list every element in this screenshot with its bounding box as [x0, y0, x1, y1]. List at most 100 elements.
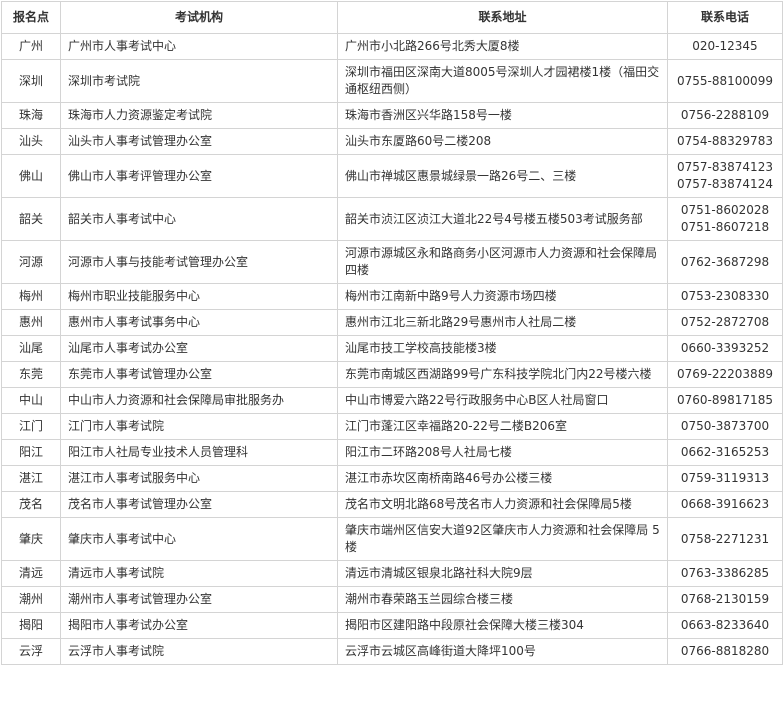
org-cell: 茂名市人事考试管理办公室 [60, 491, 338, 518]
phone-cell: 0752-2872708 [667, 309, 783, 336]
table-row: 佛山 佛山市人事考评管理办公室 佛山市禅城区惠景城绿景一路26号二、三楼 0757-8… [1, 154, 783, 198]
phone-cell: 0754-88329783 [667, 128, 783, 155]
phone-cell: 0756-2288109 [667, 102, 783, 129]
header-site: 报名点 [1, 1, 61, 34]
org-cell: 阳江市人社局专业技术人员管理科 [60, 439, 338, 466]
header-org: 考试机构 [60, 1, 338, 34]
table-row: 中山 中山市人力资源和社会保障局审批服务办 中山市博爱六路22号行政服务中心B区人社… [1, 387, 783, 414]
phone-number: 0762-3687298 [680, 254, 770, 269]
table-row: 珠海 珠海市人力资源鉴定考试院 珠海市香洲区兴华路158号一楼 0756-228810… [1, 102, 783, 129]
org-cell: 河源市人事与技能考试管理办公室 [60, 240, 338, 284]
address-cell: 广州市小北路266号北秀大厦8楼 [337, 33, 668, 60]
phone-number: 0751-8607218 [680, 220, 770, 234]
phone-number: 0768-2130159 [680, 592, 770, 606]
phone-cell: 0763-3386285 [667, 560, 783, 587]
address-cell: 佛山市禅城区惠景城绿景一路26号二、三楼 [337, 154, 668, 198]
table-row: 韶关 韶关市人事考试中心 韶关市浈江区浈江大道北22号4号楼五楼503考试服务部 07… [1, 197, 783, 241]
header-address: 联系地址 [337, 1, 668, 34]
table-body: 广州 广州市人事考试中心 广州市小北路266号北秀大厦8楼 020-12345 深圳 深圳… [1, 33, 783, 665]
phone-cell: 0759-3119313 [667, 465, 783, 492]
phone-number: 0766-8818280 [680, 644, 770, 658]
site-cell: 梅州 [1, 283, 61, 310]
site-cell: 韶关 [1, 197, 61, 241]
address-cell: 深圳市福田区深南大道8005号深圳人才园裙楼1楼（福田交通枢纽西侧） [337, 59, 668, 103]
table-row: 深圳 深圳市考试院 深圳市福田区深南大道8005号深圳人才园裙楼1楼（福田交通枢纽西… [1, 59, 783, 103]
table-row: 江门 江门市人事考试院 江门市蓬江区幸福路20-22号二楼B206室 0750-387… [1, 413, 783, 440]
org-cell: 中山市人力资源和社会保障局审批服务办 [60, 387, 338, 414]
table-row: 阳江 阳江市人社局专业技术人员管理科 阳江市二环路208号人社局七楼 0662-316… [1, 439, 783, 466]
address-cell: 揭阳市区建阳路中段原社会保障大楼三楼304 [337, 612, 668, 639]
org-cell: 江门市人事考试院 [60, 413, 338, 440]
address-cell: 惠州市江北三新北路29号惠州市人社局二楼 [337, 309, 668, 336]
phone-number: 020-12345 [692, 39, 758, 53]
site-cell: 茂名 [1, 491, 61, 518]
site-cell: 肇庆 [1, 517, 61, 561]
org-cell: 汕尾市人事考试办公室 [60, 335, 338, 362]
org-cell: 湛江市人事考试服务中心 [60, 465, 338, 492]
table-row: 汕尾 汕尾市人事考试办公室 汕尾市技工学校高技能楼3楼 0660-3393252 [1, 335, 783, 362]
site-cell: 阳江 [1, 439, 61, 466]
phone-number: 0750-3873700 [680, 419, 770, 433]
phone-cell: 0662-3165253 [667, 439, 783, 466]
table-row: 清远 清远市人事考试院 清远市清城区银泉北路社科大院9层 0763-3386285 [1, 560, 783, 587]
site-cell: 河源 [1, 240, 61, 284]
address-cell: 阳江市二环路208号人社局七楼 [337, 439, 668, 466]
address-cell: 清远市清城区银泉北路社科大院9层 [337, 560, 668, 587]
site-cell: 惠州 [1, 309, 61, 336]
phone-number: 0759-3119313 [680, 471, 770, 485]
phone-cell: 0663-8233640 [667, 612, 783, 639]
site-cell: 汕头 [1, 128, 61, 155]
phone-cell: 0755-88100099 [667, 59, 783, 103]
table-row: 揭阳 揭阳市人事考试办公室 揭阳市区建阳路中段原社会保障大楼三楼304 0663-82… [1, 612, 783, 639]
address-cell: 珠海市香洲区兴华路158号一楼 [337, 102, 668, 129]
phone-number: 0755-88100099 [677, 73, 773, 88]
phone-cell: 020-12345 [667, 33, 783, 60]
phone-number: 0757-83874123 [677, 160, 773, 174]
address-cell: 茂名市文明北路68号茂名市人力资源和社会保障局5楼 [337, 491, 668, 518]
address-cell: 梅州市江南新中路9号人力资源市场四楼 [337, 283, 668, 310]
org-cell: 韶关市人事考试中心 [60, 197, 338, 241]
table-row: 肇庆 肇庆市人事考试中心 肇庆市端州区信安大道92区肇庆市人力资源和社会保障局 5楼… [1, 517, 783, 561]
org-cell: 揭阳市人事考试办公室 [60, 612, 338, 639]
site-cell: 江门 [1, 413, 61, 440]
phone-cell: 0760-89817185 [667, 387, 783, 414]
phone-number: 0756-2288109 [680, 108, 770, 122]
address-cell: 河源市源城区永和路商务小区河源市人力资源和社会保障局四楼 [337, 240, 668, 284]
table-row: 河源 河源市人事与技能考试管理办公室 河源市源城区永和路商务小区河源市人力资源和社会… [1, 240, 783, 284]
org-cell: 梅州市职业技能服务中心 [60, 283, 338, 310]
phone-cell: 0660-3393252 [667, 335, 783, 362]
address-cell: 云浮市云城区高峰街道大降坪100号 [337, 638, 668, 665]
phone-number: 0752-2872708 [680, 315, 770, 329]
site-cell: 东莞 [1, 361, 61, 388]
site-cell: 湛江 [1, 465, 61, 492]
phone-number: 0758-2271231 [680, 531, 770, 546]
phone-cell: 0751-8602028 0751-8607218 [667, 197, 783, 241]
site-cell: 佛山 [1, 154, 61, 198]
site-cell: 中山 [1, 387, 61, 414]
phone-cell: 0769-22203889 [667, 361, 783, 388]
org-cell: 深圳市考试院 [60, 59, 338, 103]
site-cell: 珠海 [1, 102, 61, 129]
phone-cell: 0668-3916623 [667, 491, 783, 518]
phone-number: 0757-83874124 [677, 177, 773, 191]
org-cell: 惠州市人事考试事务中心 [60, 309, 338, 336]
address-cell: 汕尾市技工学校高技能楼3楼 [337, 335, 668, 362]
phone-number: 0751-8602028 [680, 203, 770, 217]
org-cell: 肇庆市人事考试中心 [60, 517, 338, 561]
phone-cell: 0768-2130159 [667, 586, 783, 613]
phone-number: 0668-3916623 [680, 497, 770, 511]
table-row: 汕头 汕头市人事考试管理办公室 汕头市东厦路60号二楼208 0754-8832978… [1, 128, 783, 155]
table-row: 广州 广州市人事考试中心 广州市小北路266号北秀大厦8楼 020-12345 [1, 33, 783, 60]
site-cell: 潮州 [1, 586, 61, 613]
phone-cell: 0766-8818280 [667, 638, 783, 665]
address-cell: 湛江市赤坎区南桥南路46号办公楼三楼 [337, 465, 668, 492]
phone-cell: 0758-2271231 [667, 517, 783, 561]
site-cell: 揭阳 [1, 612, 61, 639]
table-row: 惠州 惠州市人事考试事务中心 惠州市江北三新北路29号惠州市人社局二楼 0752-28… [1, 309, 783, 336]
phone-number: 0760-89817185 [677, 393, 773, 407]
org-cell: 佛山市人事考评管理办公室 [60, 154, 338, 198]
site-cell: 广州 [1, 33, 61, 60]
address-cell: 汕头市东厦路60号二楼208 [337, 128, 668, 155]
site-cell: 云浮 [1, 638, 61, 665]
header-row: 报名点 考试机构 联系地址 联系电话 [1, 1, 783, 34]
